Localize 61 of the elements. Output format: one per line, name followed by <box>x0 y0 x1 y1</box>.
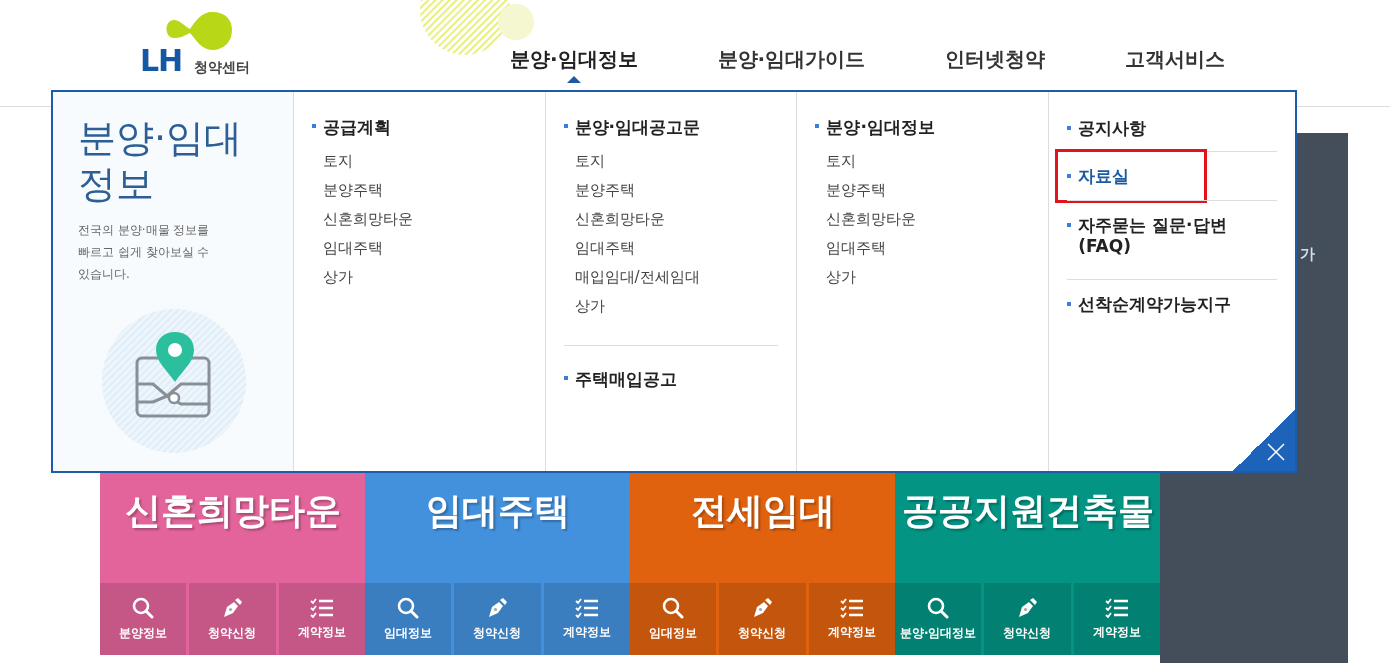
menu-item[interactable]: 토지 <box>311 147 527 176</box>
tile-action-button[interactable]: 청약신청 <box>454 583 541 655</box>
search-icon <box>662 596 685 619</box>
logo-subtitle: 청약센터 <box>194 59 251 76</box>
tile-action-button[interactable]: 계약정보 <box>1073 583 1160 655</box>
menu-item[interactable]: 토지 <box>563 147 779 176</box>
tab-pointer <box>566 76 581 83</box>
search-icon <box>397 596 420 619</box>
tile-action-button[interactable]: 분양정보 <box>100 583 187 655</box>
tile-action-button[interactable]: 계약정보 <box>278 583 365 655</box>
menu-link[interactable]: 선착순계약가능지구 <box>1067 280 1277 328</box>
tile-action-button[interactable]: 임대정보 <box>365 583 452 655</box>
menu-title: 분양·임대 정보 <box>78 116 244 208</box>
pen-nib-icon <box>751 596 774 619</box>
checklist-icon <box>839 597 864 618</box>
search-icon <box>927 596 950 619</box>
menu-heading[interactable]: 분양·임대정보 <box>815 114 1031 141</box>
menu-item[interactable]: 상가 <box>563 292 779 321</box>
menu-item[interactable]: 임대주택 <box>815 234 1031 263</box>
menu-heading[interactable]: 주택매입공고 <box>563 366 779 393</box>
menu-item[interactable]: 상가 <box>815 263 1031 292</box>
menu-heading[interactable]: 분양·임대공고문 <box>563 114 779 141</box>
pen-nib-icon <box>1016 596 1039 619</box>
menu-heading[interactable]: 공급계획 <box>311 114 527 141</box>
tile-action-button[interactable]: 청약신청 <box>719 583 806 655</box>
menu-item[interactable]: 임대주택 <box>563 234 779 263</box>
logo-wordmark[interactable]: LH <box>140 46 183 76</box>
menu-item[interactable]: 신혼희망타운 <box>815 205 1031 234</box>
menu-link[interactable]: 공지사항 <box>1067 114 1277 152</box>
nav-tab[interactable]: 고객서비스 <box>1125 46 1226 93</box>
menu-link[interactable]: 자료실 <box>1058 152 1205 200</box>
menu-item[interactable]: 임대주택 <box>311 234 527 263</box>
nav-tab[interactable]: 분양·임대정보 <box>510 46 638 93</box>
menu-item[interactable]: 신혼희망타운 <box>563 205 779 234</box>
menu-item[interactable]: 토지 <box>815 147 1031 176</box>
tile-action-button[interactable]: 계약정보 <box>543 583 630 655</box>
tile-title[interactable]: 공공지원건축물 <box>895 473 1160 583</box>
menu-item[interactable]: 분양주택 <box>563 176 779 205</box>
pen-nib-icon <box>221 596 244 619</box>
tile-action-button[interactable]: 청약신청 <box>984 583 1071 655</box>
nav-tab[interactable]: 인터넷청약 <box>945 46 1046 93</box>
menu-item[interactable]: 신혼희망타운 <box>311 205 527 234</box>
menu-description: 전국의 분양·매물 정보를 빠르고 쉽게 찾아보실 수 있습니다. <box>78 222 211 284</box>
checklist-icon <box>309 597 334 618</box>
search-icon <box>132 596 155 619</box>
menu-item[interactable]: 매입임대/전세임대 <box>563 263 779 292</box>
nav-tab[interactable]: 분양·임대가이드 <box>717 46 866 93</box>
checklist-icon <box>1104 597 1129 618</box>
tile-action-button[interactable]: 계약정보 <box>808 583 895 655</box>
menu-item[interactable]: 분양주택 <box>311 176 527 205</box>
checklist-icon <box>574 597 599 618</box>
tile-action-button[interactable]: 청약신청 <box>189 583 276 655</box>
side-panel-text: 가 <box>1300 245 1315 264</box>
menu-item[interactable]: 상가 <box>311 263 527 292</box>
menu-item[interactable]: 분양주택 <box>815 176 1031 205</box>
tile-action-button[interactable]: 분양·임대정보 <box>895 583 982 655</box>
menu-link[interactable]: 자주묻는 질문·답변 (FAQ) <box>1067 200 1277 279</box>
tile-title[interactable]: 전세임대 <box>630 473 895 583</box>
tile-action-button[interactable]: 임대정보 <box>630 583 717 655</box>
pen-nib-icon <box>486 596 509 619</box>
close-icon <box>1267 443 1285 461</box>
